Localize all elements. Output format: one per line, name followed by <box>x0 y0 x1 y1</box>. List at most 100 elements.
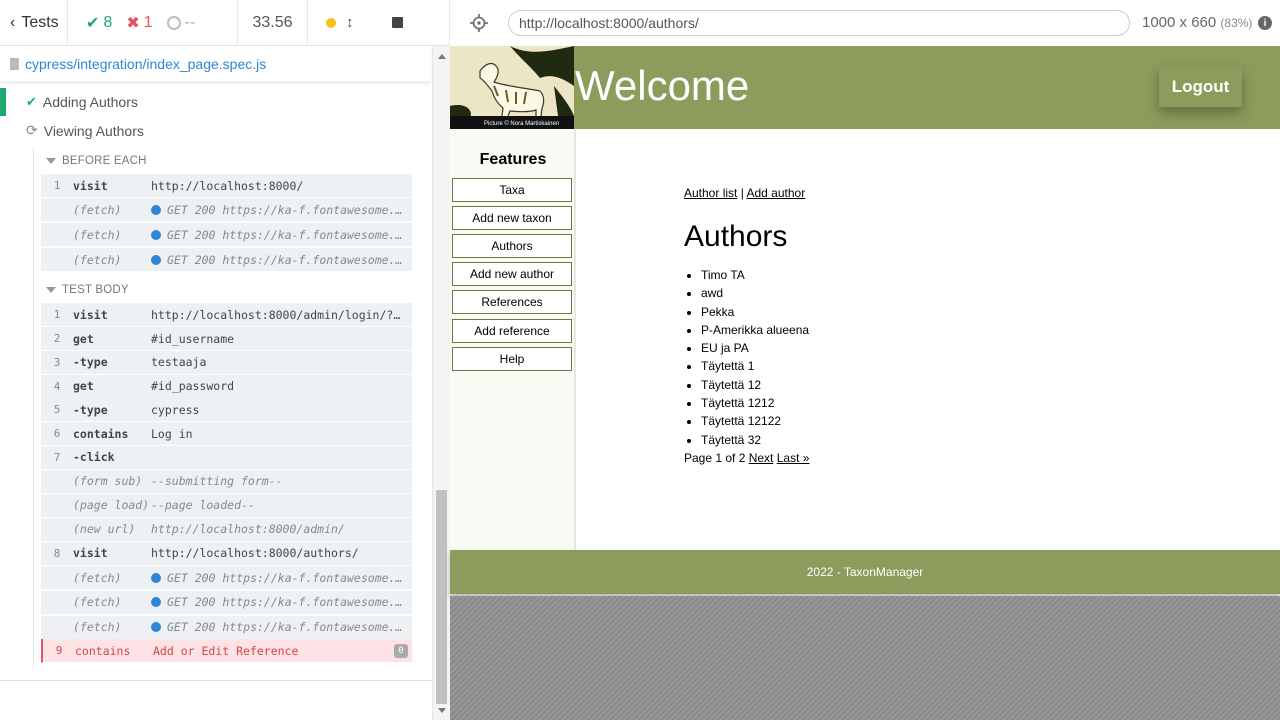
command-number: 8 <box>53 546 61 560</box>
links-row: Author list | Add author <box>684 184 805 202</box>
xhr-status-dot-icon <box>151 572 161 583</box>
command-message-wrap: #id_password <box>151 379 412 393</box>
info-icon[interactable]: i <box>1258 16 1272 30</box>
xhr-status-dot-icon <box>151 254 161 265</box>
scroll-down-icon[interactable] <box>438 708 446 713</box>
command-name: visit <box>73 178 108 193</box>
command-name: (fetch) <box>73 252 122 267</box>
caret-down-icon <box>46 158 56 164</box>
author-list-link[interactable]: Author list <box>684 186 737 200</box>
command-name: (fetch) <box>73 595 122 609</box>
check-icon: ✔ <box>86 14 100 32</box>
command-row[interactable]: 7 -click <box>41 445 412 470</box>
nav-authors-button[interactable]: Authors <box>452 234 572 258</box>
command-message: GET 200 https://ka-f.fontawesome.com/rel… <box>167 570 412 585</box>
list-item: Täytettä 1212 <box>701 396 809 414</box>
xhr-status-dot-icon <box>151 597 161 607</box>
command-row[interactable]: 1 visit http://localhost:8000/admin/login/… <box>41 303 412 327</box>
chevron-left-icon: ‹ <box>10 13 16 31</box>
reporter-header: ‹ Tests ✔ 8 ✖ 1 -- 33.56 ↕ <box>0 0 450 46</box>
scroll-thumb[interactable] <box>436 490 447 704</box>
nav-references-button[interactable]: References <box>452 290 572 314</box>
command-log-row[interactable]: (fetch) GET 200 https://ka-f.fontawesome.… <box>41 590 412 615</box>
command-message-wrap: GET 200 https://ka-f.fontawesome.com/rel… <box>151 595 412 609</box>
test-adding-authors[interactable]: ✔ Adding Authors <box>26 94 138 110</box>
command-name: (page load) <box>73 498 150 512</box>
page-indicator: Page 1 of 2 <box>684 451 749 465</box>
command-row[interactable]: 8 visit http://localhost:8000/authors/ <box>41 541 412 566</box>
url-display[interactable]: http://localhost:8000/authors/ <box>508 10 1130 36</box>
suite-status-bar <box>0 88 6 116</box>
add-author-link[interactable]: Add author <box>746 186 805 200</box>
command-message: #id_password <box>151 379 235 393</box>
test-viewing-authors[interactable]: ⟳ Viewing Authors <box>26 122 144 139</box>
command-log-row[interactable]: (new url) http://localhost:8000/admin/ <box>41 517 412 542</box>
command-row[interactable]: 6 contains Log in <box>41 422 412 446</box>
auto-scroll-toggle-icon[interactable]: ↕ <box>346 14 354 31</box>
stats: ✔ 8 ✖ 1 -- <box>68 0 238 46</box>
command-message-wrap: GET 200 https://ka-f.fontawesome.com/rel… <box>151 228 412 242</box>
caret-down-icon <box>46 287 56 293</box>
nav-help-button[interactable]: Help <box>452 347 572 371</box>
command-row[interactable]: 3 -type testaaja <box>41 350 412 375</box>
command-name: (fetch) <box>73 227 122 242</box>
running-indicator-icon <box>326 17 336 28</box>
welcome-title: Welcome <box>575 62 750 109</box>
command-log-row[interactable]: (fetch) GET 200 https://ka-f.fontawesome.… <box>41 198 412 222</box>
command-row[interactable]: 2 get #id_username <box>41 327 412 351</box>
command-number: 1 <box>53 308 61 321</box>
xhr-status-dot-icon <box>151 622 161 632</box>
nav-add-reference-button[interactable]: Add reference <box>452 319 572 343</box>
command-log-row[interactable]: (fetch) GET 200 https://ka-f.fontawesome.… <box>41 248 412 272</box>
command-message: GET 200 https://ka-f.fontawesome.com/rel… <box>167 595 412 609</box>
failed-count: 1 <box>143 13 153 31</box>
logout-button[interactable]: Logout <box>1159 67 1242 107</box>
command-message-wrap: testaaja <box>151 355 412 369</box>
command-number: 1 <box>53 179 61 192</box>
command-name: get <box>73 331 94 346</box>
command-row[interactable]: 4 get #id_password <box>41 374 412 399</box>
spec-path-bar[interactable]: cypress/integration/index_page.spec.js <box>0 46 430 82</box>
command-row[interactable]: 5 -type cypress <box>41 398 412 422</box>
stop-button-icon[interactable] <box>391 17 403 28</box>
scrollbar[interactable] <box>432 46 450 720</box>
nav-taxa-button[interactable]: Taxa <box>452 178 572 202</box>
command-message-wrap: Log in <box>151 427 412 441</box>
url-bar: http://localhost:8000/authors/ 1000 x 66… <box>450 0 1280 46</box>
command-name: -type <box>73 402 108 417</box>
list-item: Täytettä 12 <box>701 378 809 396</box>
scroll-up-icon[interactable] <box>438 54 446 59</box>
command-message: --page loaded-- <box>151 498 255 512</box>
selector-playground-crosshair-icon[interactable] <box>470 14 488 32</box>
command-number: 5 <box>53 403 61 416</box>
check-icon: ✔ <box>26 94 37 109</box>
nav-add-new-author-button[interactable]: Add new author <box>452 262 572 286</box>
command-log-row[interactable]: (form sub) --submitting form-- <box>41 469 412 494</box>
command-message-wrap: --submitting form-- <box>151 474 412 488</box>
command-row[interactable]: 1 visit http://localhost:8000/ <box>41 174 412 198</box>
last-page-link[interactable]: Last » <box>777 451 810 465</box>
tests-button[interactable]: ‹ Tests <box>0 0 68 46</box>
command-name: contains <box>75 643 131 658</box>
list-item: awd <box>701 286 809 304</box>
command-log-row[interactable]: (fetch) GET 200 https://ka-f.fontawesome.… <box>41 223 412 247</box>
list-item: Täytettä 32 <box>701 433 809 451</box>
command-log-row[interactable]: (page load) --page loaded-- <box>41 493 412 518</box>
command-failed[interactable]: 9 contains Add or Edit Reference 0 <box>41 639 412 663</box>
duration: 33.56 <box>238 0 308 46</box>
file-icon <box>10 57 19 70</box>
command-log-row[interactable]: (fetch) GET 200 https://ka-f.fontawesome.… <box>41 615 412 640</box>
command-log-row[interactable]: (fetch) GET 200 https://ka-f.fontawesome.… <box>41 566 412 590</box>
list-item: EU ja PA <box>701 341 809 359</box>
next-page-link[interactable]: Next <box>749 451 774 465</box>
hook-before-each[interactable]: BEFORE EACH <box>46 155 147 167</box>
spec-path[interactable]: cypress/integration/index_page.spec.js <box>25 56 266 72</box>
command-message: #id_username <box>151 331 235 346</box>
command-message-wrap: http://localhost:8000/admin/login/?next=… <box>151 308 412 322</box>
command-message-wrap: GET 200 https://ka-f.fontawesome.com/rel… <box>151 253 412 267</box>
pending-stat: -- <box>166 14 195 32</box>
command-message: GET 200 https://ka-f.fontawesome.com/rel… <box>167 252 412 267</box>
hook-test-body[interactable]: TEST BODY <box>46 284 129 296</box>
nav-add-new-taxon-button[interactable]: Add new taxon <box>452 206 572 230</box>
command-name: -type <box>73 355 108 369</box>
